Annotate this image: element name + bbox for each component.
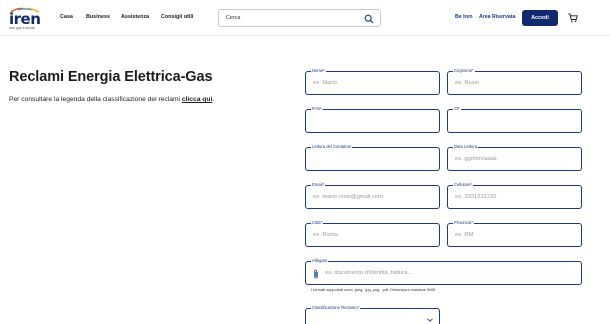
- data-lettura-placeholder: es. gg/mm/aaaa: [455, 156, 497, 162]
- nome-label: Nome*: [311, 68, 326, 74]
- legend-link[interactable]: clicca qui: [182, 96, 212, 103]
- allegato-placeholder: es. documento d'identità, fattura...: [325, 270, 413, 276]
- nav-assistenza[interactable]: Assistenza: [121, 14, 149, 20]
- cellulare-field[interactable]: Cellulare* es. 3331231232: [447, 182, 582, 209]
- cognome-label: Cognome*: [453, 68, 475, 74]
- classificazione-label: Classificazione Reclamo*: [311, 305, 361, 311]
- provincia-placeholder: es. RM: [455, 232, 474, 238]
- cellulare-label: Cellulare*: [453, 182, 474, 188]
- nome-placeholder: es. Mario: [313, 80, 337, 86]
- cognome-placeholder: es. Rossi: [455, 80, 479, 86]
- email-label: Email*: [311, 182, 326, 188]
- email-field[interactable]: Email* es. mario.rossi@gmail.com: [305, 182, 440, 209]
- cf-label: CF: [453, 106, 461, 112]
- intro-end: .: [212, 96, 215, 103]
- allegato-hint: I formati supportati sono .jpeg, .jpg,.p…: [311, 287, 436, 292]
- search-input[interactable]: Cerca: [218, 9, 381, 27]
- allegato-label: Allegato: [311, 258, 329, 264]
- cart-icon[interactable]: [568, 13, 578, 23]
- cf-field[interactable]: CF: [447, 106, 582, 133]
- page-title: Reclami Energia Elettrica-Gas: [9, 69, 213, 85]
- paperclip-icon[interactable]: [313, 269, 319, 279]
- chevron-down-icon[interactable]: [426, 316, 434, 324]
- search-placeholder: Cerca: [226, 15, 241, 21]
- nav-business[interactable]: Business: [86, 14, 110, 20]
- iren-logo[interactable]: iren luce gas e servizi: [9, 7, 43, 31]
- lettura-contatore-label: Lettura del Contatore: [311, 144, 353, 150]
- link-area-riservata[interactable]: Area Riservata: [479, 14, 515, 20]
- allegato-field[interactable]: Allegato es. documento d'identità, fattu…: [305, 258, 582, 285]
- citta-placeholder: es. Roma: [313, 232, 338, 238]
- piva-field[interactable]: P.IVA: [305, 106, 440, 133]
- data-lettura-field[interactable]: Data Lettura es. gg/mm/aaaa: [447, 144, 582, 171]
- cognome-field[interactable]: Cognome* es. Rossi: [447, 68, 582, 95]
- piva-label: P.IVA: [311, 106, 323, 112]
- search-icon[interactable]: [364, 14, 374, 24]
- lettura-contatore-field[interactable]: Lettura del Contatore: [305, 144, 440, 171]
- classificazione-select[interactable]: Classificazione Reclamo*: [305, 305, 440, 324]
- nome-field[interactable]: Nome* es. Mario: [305, 68, 440, 95]
- citta-label: Città*: [311, 220, 324, 226]
- intro-label: Per consultare la legenda della classifi…: [9, 96, 182, 103]
- login-button[interactable]: Accedi: [522, 10, 558, 26]
- provincia-field[interactable]: Provincia* es. RM: [447, 220, 582, 247]
- intro-text: Per consultare la legenda della classifi…: [9, 96, 214, 103]
- provincia-label: Provincia*: [453, 220, 474, 226]
- email-placeholder: es. mario.rossi@gmail.com: [313, 194, 383, 200]
- nav-casa[interactable]: Casa: [60, 14, 73, 20]
- nav-consigli-utili[interactable]: Consigli utili: [161, 14, 193, 20]
- cellulare-placeholder: es. 3331231232: [455, 194, 497, 200]
- logo-tagline: luce gas e servizi: [9, 26, 36, 30]
- link-be-iren[interactable]: Be Iren: [455, 14, 473, 20]
- site-header: iren luce gas e servizi Casa Business As…: [0, 0, 610, 36]
- data-lettura-label: Data Lettura: [453, 144, 479, 150]
- citta-field[interactable]: Città* es. Roma: [305, 220, 440, 247]
